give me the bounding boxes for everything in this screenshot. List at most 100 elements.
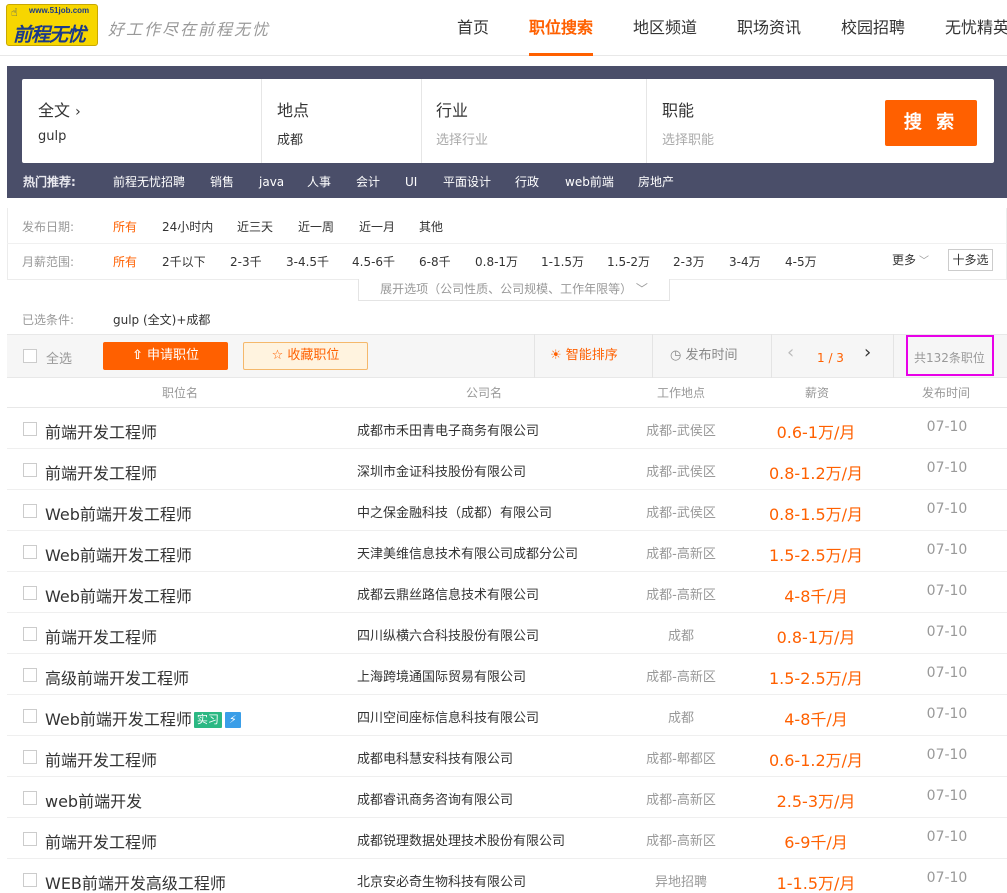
favorite-button[interactable]: ☆ 收藏职位 (243, 342, 368, 370)
salary-option[interactable]: 3-4.5千 (286, 254, 329, 270)
date-option[interactable]: 24小时内 (162, 219, 213, 235)
nav-elite[interactable]: 无忧精英 (945, 0, 1007, 56)
salary-option[interactable]: 0.8-1万 (475, 254, 518, 270)
expand-options-button[interactable]: 展开选项（公司性质、公司规模、工作年限等） ﹀ (358, 279, 670, 301)
keyword-type-selector[interactable]: 全文 › (38, 97, 81, 121)
company-name[interactable]: 深圳市金证科技股份有限公司 (357, 461, 526, 480)
salary-option[interactable]: 2-3万 (673, 254, 705, 270)
logo[interactable]: ☝ www.51job.com 前程无忧 (6, 4, 98, 46)
salary-option[interactable]: 4-5万 (785, 254, 817, 270)
search-button[interactable]: 搜 索 (885, 100, 977, 146)
salary-option[interactable]: 2千以下 (162, 254, 206, 270)
multi-select-button[interactable]: 十多选 (948, 249, 993, 271)
hot-item[interactable]: 人事 (307, 174, 331, 190)
job-title[interactable]: Web前端开发工程师 (45, 542, 192, 566)
smart-sort-button[interactable]: ☀ 智能排序 (550, 347, 618, 365)
table-row[interactable]: 高级前端开发工程师 上海跨境通国际贸易有限公司 成都-高新区 1.5-2.5万/月 07… (7, 654, 1007, 695)
table-row[interactable]: 前端开发工程师 成都电科慧安科技有限公司 成都-郫都区 0.6-1.2万/月 07-10 (7, 736, 1007, 777)
industry-placeholder[interactable]: 选择行业 (436, 129, 488, 148)
job-title[interactable]: 前端开发工程师 (45, 829, 157, 853)
table-row[interactable]: WEB前端开发高级工程师 北京安必奇生物科技有限公司 异地招聘 1-1.5万/月 07-… (7, 859, 1007, 893)
company-name[interactable]: 中之保金融科技（成都）有限公司 (357, 502, 552, 521)
table-row[interactable]: Web前端开发工程师 成都云鼎丝路信息技术有限公司 成都-高新区 4-8千/月 07-1… (7, 572, 1007, 613)
location-field[interactable]: 地点 成都 (263, 79, 421, 163)
company-name[interactable]: 成都睿讯商务咨询有限公司 (357, 789, 513, 808)
table-row[interactable]: Web前端开发工程师 中之保金融科技（成都）有限公司 成都-武侯区 0.8-1.5万/… (7, 490, 1007, 531)
nav-campus[interactable]: 校园招聘 (841, 0, 905, 56)
nav-career-news[interactable]: 职场资讯 (737, 0, 801, 56)
select-all-checkbox[interactable] (23, 349, 37, 363)
row-checkbox[interactable] (23, 463, 37, 477)
table-row[interactable]: 前端开发工程师 成都锐理数据处理技术股份有限公司 成都-高新区 6-9千/月 07-10 (7, 818, 1007, 859)
hot-item[interactable]: java (259, 174, 284, 190)
next-page-icon[interactable]: › (864, 344, 871, 362)
hot-item[interactable]: web前端 (565, 174, 614, 190)
salary-option[interactable]: 6-8千 (419, 254, 451, 270)
date-option[interactable]: 近一月 (359, 219, 395, 235)
company-name[interactable]: 成都市禾田青电子商务有限公司 (357, 420, 539, 439)
row-checkbox[interactable] (23, 873, 37, 887)
prev-page-icon[interactable]: ‹ (787, 344, 794, 362)
job-title[interactable]: 前端开发工程师 (45, 747, 157, 771)
company-name[interactable]: 北京安必奇生物科技有限公司 (357, 871, 526, 890)
row-checkbox[interactable] (23, 545, 37, 559)
row-checkbox[interactable] (23, 422, 37, 436)
salary-option[interactable]: 2-3千 (230, 254, 262, 270)
table-row[interactable]: Web前端开发工程师 天津美维信息技术有限公司成都分公司 成都-高新区 1.5-2.5… (7, 531, 1007, 572)
date-option[interactable]: 其他 (419, 219, 443, 235)
table-row[interactable]: 前端开发工程师 成都市禾田青电子商务有限公司 成都-武侯区 0.6-1万/月 07-10 (7, 408, 1007, 449)
row-checkbox[interactable] (23, 504, 37, 518)
function-field[interactable]: 职能 选择职能 (648, 79, 868, 163)
hot-item[interactable]: 行政 (515, 174, 539, 190)
salary-option[interactable]: 1.5-2万 (607, 254, 650, 270)
sort-by-time-button[interactable]: ◷ 发布时间 (670, 347, 738, 365)
date-option[interactable]: 近一周 (298, 219, 334, 235)
company-name[interactable]: 成都电科慧安科技有限公司 (357, 748, 513, 767)
company-name[interactable]: 成都锐理数据处理技术股份有限公司 (357, 830, 565, 849)
nav-job-search[interactable]: 职位搜索 (529, 0, 594, 56)
date-option[interactable]: 所有 (113, 219, 137, 235)
hot-item[interactable]: 会计 (356, 174, 380, 190)
job-title[interactable]: Web前端开发工程师 (45, 583, 192, 607)
row-checkbox[interactable] (23, 586, 37, 600)
more-button[interactable]: 更多 ﹀ (892, 252, 929, 270)
job-title[interactable]: Web前端开发工程师 实习 ⚡ (45, 706, 241, 730)
apply-button[interactable]: ⇧ 申请职位 (103, 342, 228, 370)
nav-home[interactable]: 首页 (457, 0, 489, 56)
date-option[interactable]: 近三天 (237, 219, 273, 235)
keyword-input[interactable]: gulp (38, 129, 66, 144)
row-checkbox[interactable] (23, 750, 37, 764)
job-title[interactable]: WEB前端开发高级工程师 (45, 870, 226, 893)
hot-item[interactable]: 房地产 (638, 174, 674, 190)
salary-option[interactable]: 1-1.5万 (541, 254, 584, 270)
job-title[interactable]: web前端开发 (45, 788, 142, 812)
hot-item[interactable]: 平面设计 (443, 174, 491, 190)
row-checkbox[interactable] (23, 668, 37, 682)
function-placeholder[interactable]: 选择职能 (662, 129, 714, 148)
company-name[interactable]: 成都云鼎丝路信息技术有限公司 (357, 584, 539, 603)
company-name[interactable]: 四川空间座标信息科技有限公司 (357, 707, 539, 726)
job-title[interactable]: 高级前端开发工程师 (45, 665, 189, 689)
industry-field[interactable]: 行业 选择行业 (422, 79, 646, 163)
job-title[interactable]: 前端开发工程师 (45, 624, 157, 648)
job-title[interactable]: 前端开发工程师 (45, 419, 157, 443)
row-checkbox[interactable] (23, 627, 37, 641)
location-value[interactable]: 成都 (277, 129, 303, 148)
keyword-field[interactable]: 全文 › gulp (24, 79, 260, 163)
hot-item[interactable]: 前程无忧招聘 (113, 174, 185, 190)
salary-option[interactable]: 3-4万 (729, 254, 761, 270)
company-name[interactable]: 上海跨境通国际贸易有限公司 (357, 666, 526, 685)
row-checkbox[interactable] (23, 791, 37, 805)
hot-item[interactable]: UI (405, 174, 417, 190)
salary-option[interactable]: 所有 (113, 254, 137, 270)
row-checkbox[interactable] (23, 709, 37, 723)
nav-region[interactable]: 地区频道 (633, 0, 697, 56)
row-checkbox[interactable] (23, 832, 37, 846)
table-row[interactable]: 前端开发工程师 深圳市金证科技股份有限公司 成都-武侯区 0.8-1.2万/月 07-1… (7, 449, 1007, 490)
job-title[interactable]: 前端开发工程师 (45, 460, 157, 484)
table-row[interactable]: Web前端开发工程师 实习 ⚡ 四川空间座标信息科技有限公司 成都 4-8千/月 07-10 (7, 695, 1007, 736)
salary-option[interactable]: 4.5-6千 (352, 254, 395, 270)
table-row[interactable]: web前端开发 成都睿讯商务咨询有限公司 成都-高新区 2.5-3万/月 07-10 (7, 777, 1007, 818)
select-all-label[interactable]: 全选 (46, 348, 72, 367)
company-name[interactable]: 天津美维信息技术有限公司成都分公司 (357, 543, 578, 562)
